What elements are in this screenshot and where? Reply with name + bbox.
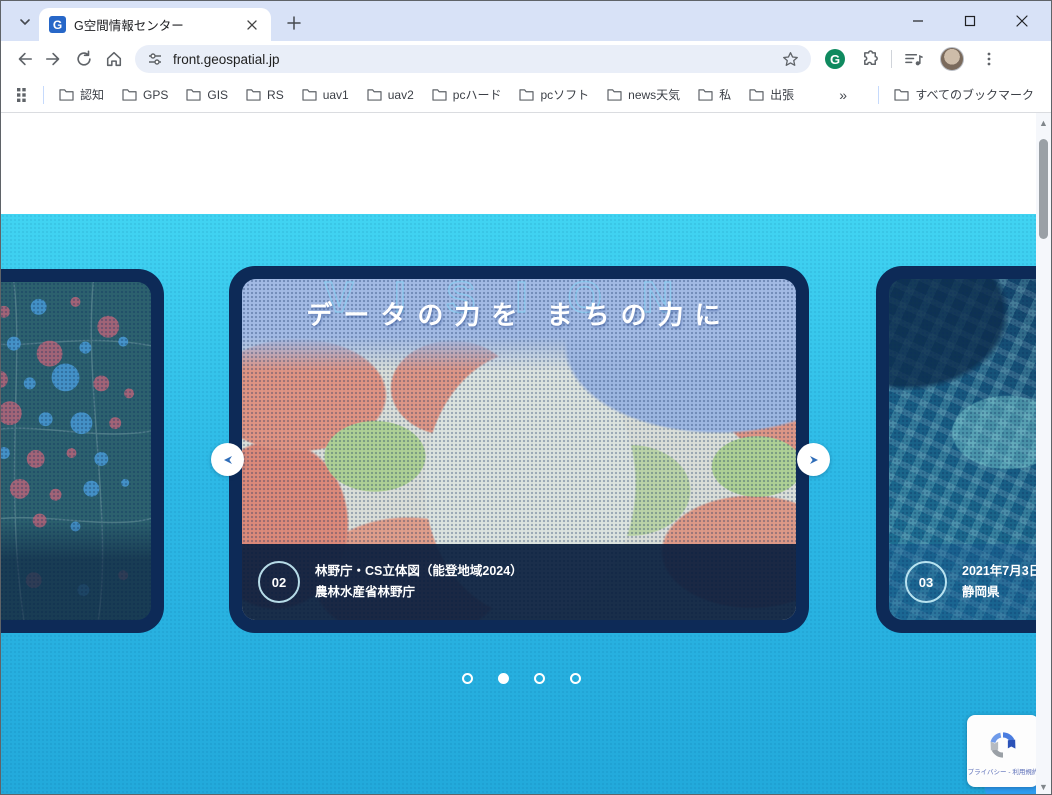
browser-toolbar: front.geospatial.jp G <box>1 41 1052 77</box>
carousel-dot[interactable] <box>462 673 473 684</box>
bookmark-folder[interactable]: pcソフト <box>510 86 598 103</box>
browser-window: G G空間情報センター <box>0 0 1052 795</box>
url-bar[interactable]: front.geospatial.jp <box>135 45 811 73</box>
bookmarks-bar: 認知 GPS GIS RS uav1 uav2 pcハード pcソフト news… <box>1 77 1052 113</box>
site-settings-icon[interactable] <box>147 51 163 67</box>
carousel-dot[interactable] <box>498 673 509 684</box>
slide-number-badge: 03 <box>905 561 947 603</box>
bookmarks-separator <box>43 86 44 104</box>
slide-caption-shade <box>1 520 151 620</box>
relief-map-image: VISION データの力を まちの力に 02 林野庁・CS立体図（能登地域202… <box>242 279 796 620</box>
bookmark-label[interactable]: pcハード <box>453 86 502 103</box>
slide-caption: 03 2021年7月3日 静岡県 <box>889 544 1038 620</box>
bookmark-folder[interactable]: 認知 <box>50 86 113 103</box>
new-tab-icon[interactable] <box>283 12 305 34</box>
tab-close-icon[interactable] <box>243 16 261 34</box>
bookmark-label[interactable]: GIS <box>207 88 228 102</box>
hero-carousel: VISION データの力を まちの力に 02 林野庁・CS立体図（能登地域202… <box>1 214 1038 795</box>
bookmark-label[interactable]: 私 <box>719 86 731 103</box>
bookmark-label[interactable]: RS <box>267 88 284 102</box>
bookmark-label[interactable]: news天気 <box>628 86 680 103</box>
site-favicon: G <box>49 16 66 33</box>
bookmark-folder[interactable]: news天気 <box>598 86 689 103</box>
url-text[interactable]: front.geospatial.jp <box>173 52 772 67</box>
browser-tab[interactable]: G G空間情報センター <box>39 8 271 41</box>
bookmarks-separator <box>878 86 879 104</box>
bookmark-label[interactable]: pcソフト <box>540 86 589 103</box>
bookmark-folder[interactable]: GIS <box>177 88 237 102</box>
grammarly-extension-icon[interactable]: G <box>825 49 845 69</box>
maximize-button[interactable] <box>957 8 983 34</box>
recaptcha-logo-icon <box>985 727 1021 763</box>
aerial-photo-image: 03 2021年7月3日 静岡県 <box>889 279 1038 620</box>
tab-title: G空間情報センター <box>74 15 235 34</box>
hero-slide-title: データの力を まちの力に <box>242 295 796 332</box>
reload-icon[interactable] <box>69 44 99 74</box>
scrollbar-up-icon[interactable]: ▲ <box>1036 115 1051 130</box>
bookmark-folder[interactable]: uav1 <box>293 88 358 102</box>
minimize-button[interactable] <box>905 8 931 34</box>
site-header: G空間情報センター よくある質問 新規ユーザー登録 ログイン データセット イン… <box>1 113 1052 214</box>
home-icon[interactable] <box>99 44 129 74</box>
bookmark-folder[interactable]: 出張 <box>740 86 803 103</box>
close-button[interactable] <box>1009 8 1035 34</box>
slide-caption: 02 林野庁・CS立体図（能登地域2024） 農林水産省林野庁 <box>242 544 796 620</box>
bookmark-label[interactable]: GPS <box>143 88 168 102</box>
back-icon[interactable] <box>9 44 39 74</box>
profile-avatar[interactable] <box>940 47 964 71</box>
page-scrollbar[interactable]: ▲ ▼ <box>1036 113 1051 795</box>
carousel-slide-active[interactable]: VISION データの力を まちの力に 02 林野庁・CS立体図（能登地域202… <box>229 266 809 633</box>
slide-caption-line1: 林野庁・CS立体図（能登地域2024） <box>315 561 523 582</box>
bookmark-folder[interactable]: 私 <box>689 86 740 103</box>
recaptcha-badge[interactable]: プライバシー - 利用規約 <box>967 715 1038 787</box>
carousel-pagination <box>431 673 611 684</box>
slide-caption-line2: 静岡県 <box>962 582 1038 603</box>
carousel-dot[interactable] <box>570 673 581 684</box>
all-bookmarks-label[interactable]: すべてのブックマーク <box>915 86 1034 103</box>
bookmark-folder[interactable]: uav2 <box>358 88 423 102</box>
bookmark-label[interactable]: 認知 <box>80 86 104 103</box>
tab-strip: G G空間情報センター <box>1 1 1052 41</box>
scrollbar-down-icon[interactable]: ▼ <box>1036 779 1051 794</box>
scrollbar-thumb[interactable] <box>1039 139 1048 239</box>
forward-icon[interactable] <box>39 44 69 74</box>
bookmark-label[interactable]: uav2 <box>388 88 414 102</box>
slide-number-badge: 02 <box>258 561 300 603</box>
bookmark-label[interactable]: 出張 <box>770 86 794 103</box>
slide-caption-line2: 農林水産省林野庁 <box>315 582 523 603</box>
recaptcha-label: プライバシー - 利用規約 <box>968 766 1038 776</box>
bookmarks-overflow-icon[interactable]: » <box>831 87 855 103</box>
toolbar-separator <box>891 50 892 68</box>
extensions-puzzle-icon[interactable] <box>855 44 885 74</box>
window-controls <box>905 1 1045 41</box>
bookmark-folder[interactable]: pcハード <box>423 86 511 103</box>
bookmark-folder[interactable]: RS <box>237 88 293 102</box>
slide-caption-line1: 2021年7月3日 <box>962 561 1038 582</box>
carousel-slide-previous[interactable] <box>1 269 164 633</box>
apps-grid-icon[interactable] <box>11 80 37 110</box>
carousel-dot[interactable] <box>534 673 545 684</box>
bookmark-star-icon[interactable] <box>782 51 799 68</box>
carousel-prev-arrow[interactable] <box>211 443 244 476</box>
bubble-map-image <box>1 282 151 620</box>
carousel-slide-next[interactable]: 03 2021年7月3日 静岡県 <box>876 266 1038 633</box>
bookmark-label[interactable]: uav1 <box>323 88 349 102</box>
all-bookmarks-folder[interactable]: すべてのブックマーク <box>885 86 1043 103</box>
carousel-next-arrow[interactable] <box>797 443 830 476</box>
tab-search-chevron-icon[interactable] <box>13 10 37 34</box>
media-controls-icon[interactable] <box>898 44 928 74</box>
browser-menu-icon[interactable] <box>974 44 1004 74</box>
bookmark-folder[interactable]: GPS <box>113 88 177 102</box>
